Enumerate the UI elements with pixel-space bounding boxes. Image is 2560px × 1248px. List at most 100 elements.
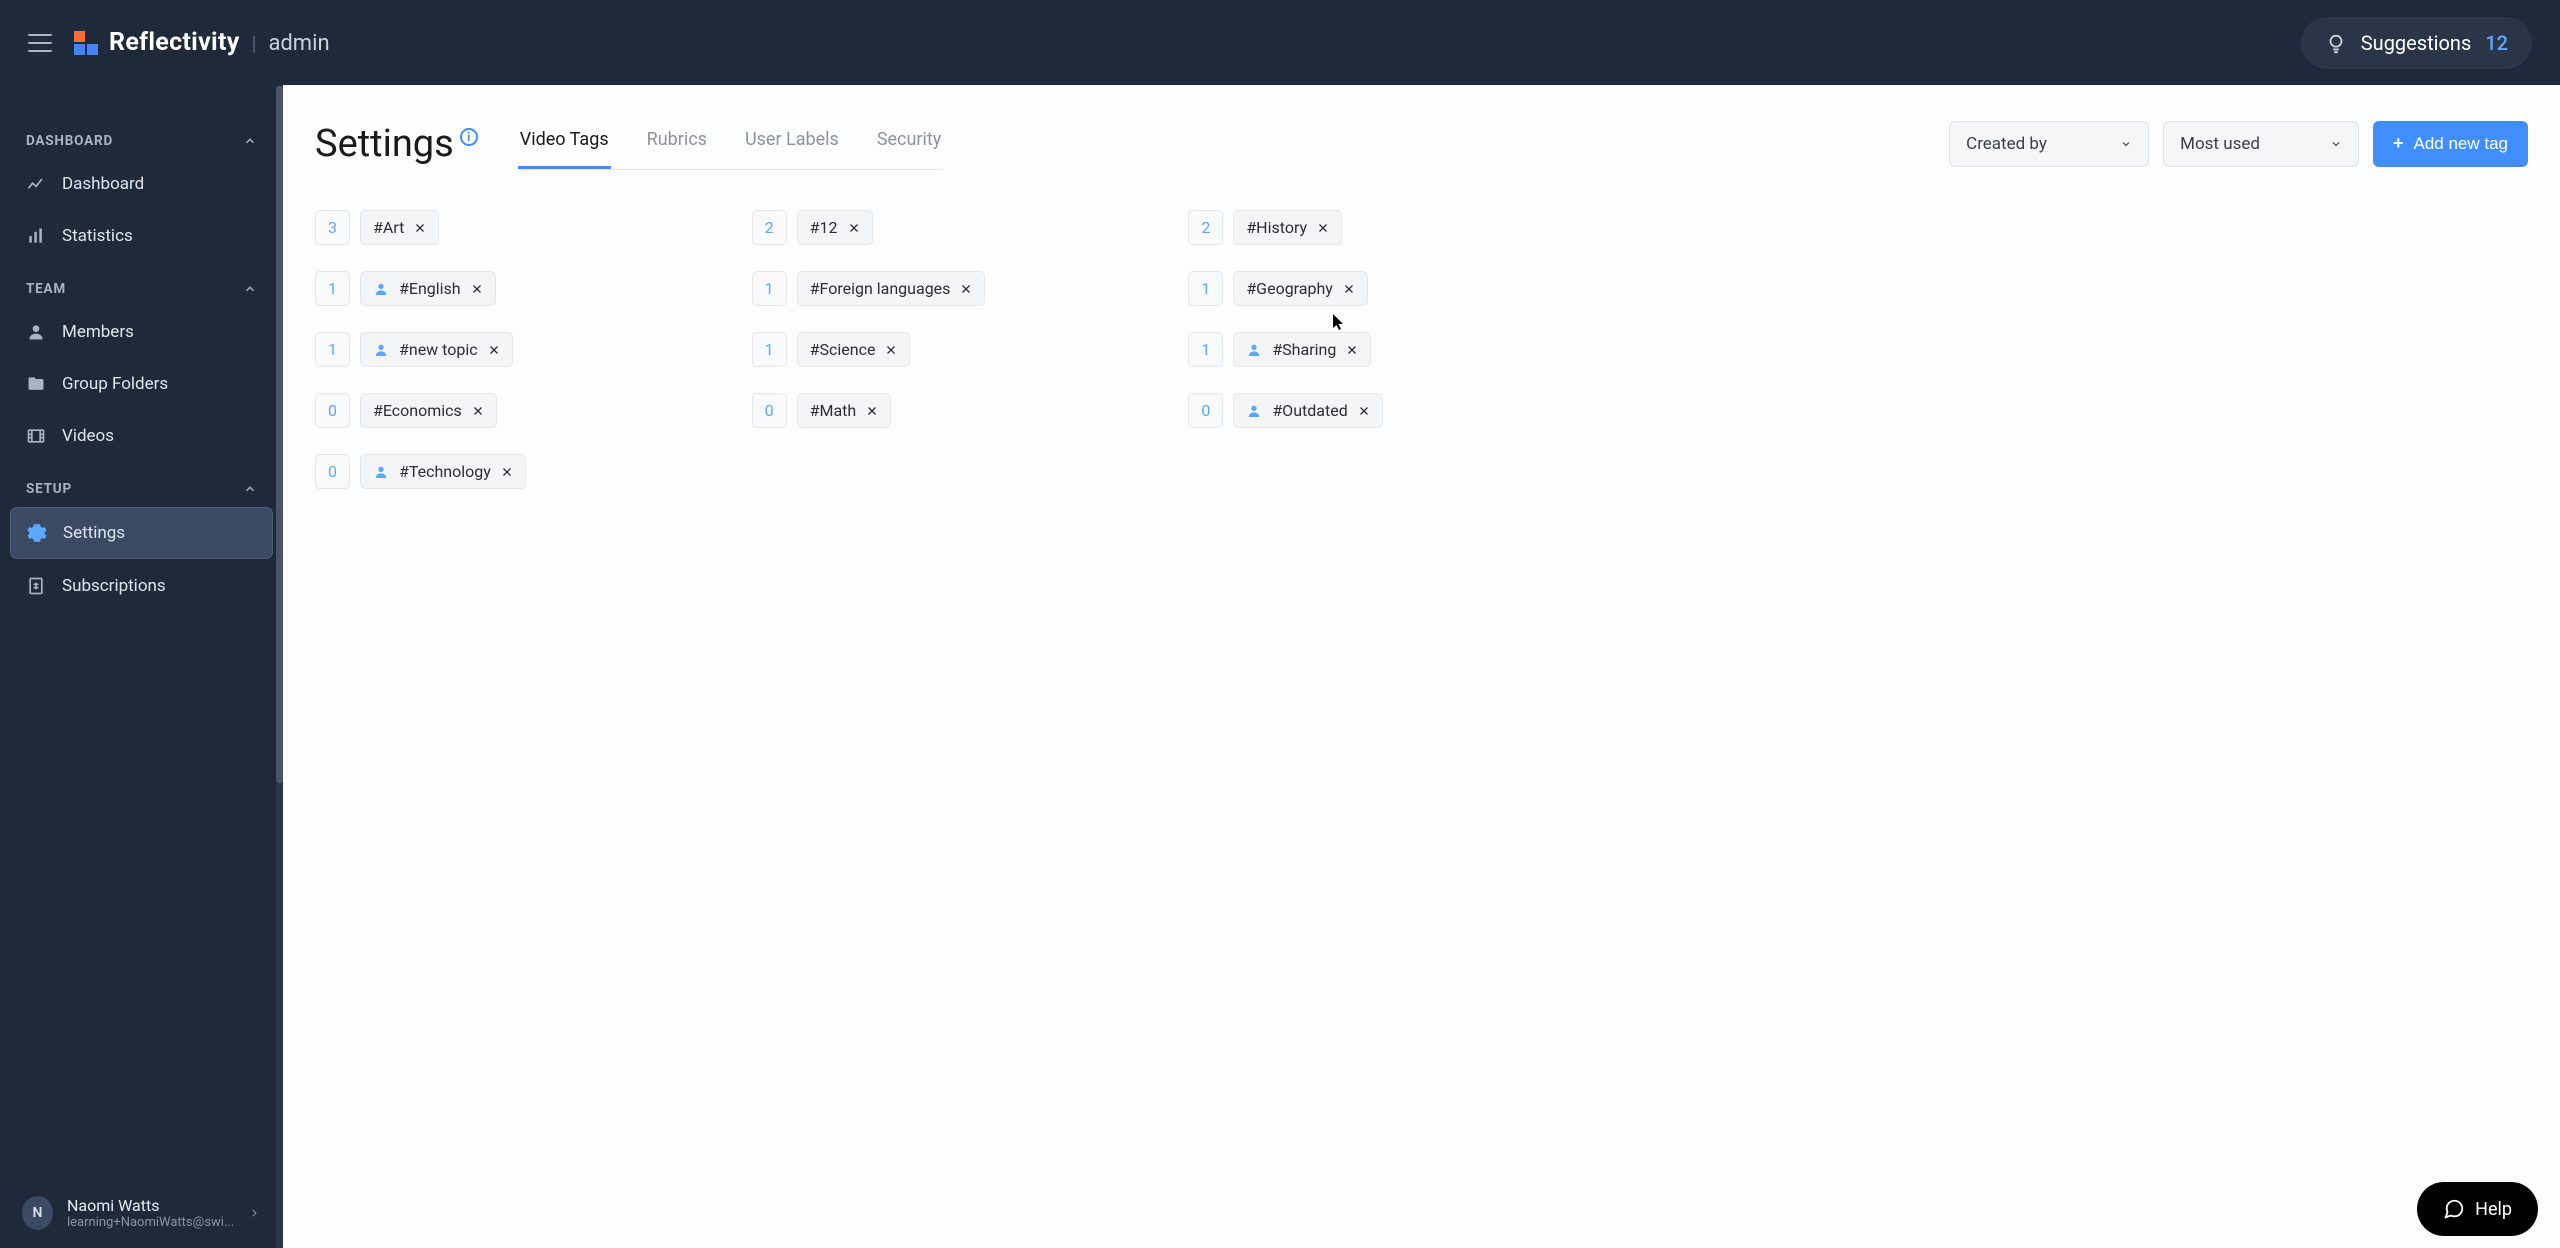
user-email: learning+NaomiWatts@swi... xyxy=(67,1215,234,1230)
user-name: Naomi Watts xyxy=(67,1196,234,1215)
tag-count: 1 xyxy=(752,332,787,367)
tag-pill[interactable]: #Geography xyxy=(1233,271,1368,306)
close-icon[interactable] xyxy=(472,405,484,417)
close-icon[interactable] xyxy=(1346,344,1358,356)
page-title-wrap: Settings i xyxy=(315,122,478,166)
tag-row: 1#Geography xyxy=(1188,271,1595,306)
hamburger-menu-icon[interactable] xyxy=(28,34,52,52)
filter-sort[interactable]: Most used xyxy=(2163,121,2359,167)
section-header-team[interactable]: TEAM xyxy=(10,263,273,307)
tag-count: 0 xyxy=(315,454,350,489)
chevron-up-icon xyxy=(243,134,257,148)
person-icon xyxy=(26,322,46,342)
brand-block[interactable]: Reflectivity | admin xyxy=(74,28,330,57)
section-header-dashboard[interactable]: DASHBOARD xyxy=(10,85,273,159)
brand-sub: admin xyxy=(268,31,329,56)
section-header-setup[interactable]: SETUP xyxy=(10,463,273,507)
page-title: Settings xyxy=(315,122,454,166)
close-icon[interactable] xyxy=(1317,222,1329,234)
close-icon[interactable] xyxy=(848,222,860,234)
sidebar-item-members[interactable]: Members xyxy=(10,307,273,357)
film-icon xyxy=(26,426,46,446)
close-icon[interactable] xyxy=(960,283,972,295)
chevron-up-icon xyxy=(243,482,257,496)
help-widget[interactable]: Help xyxy=(2417,1182,2538,1236)
sidebar-item-group-folders[interactable]: Group Folders xyxy=(10,359,273,409)
tag-count: 1 xyxy=(315,271,350,306)
tag-count: 3 xyxy=(315,210,350,245)
close-icon[interactable] xyxy=(885,344,897,356)
close-icon[interactable] xyxy=(1358,405,1370,417)
sidebar-item-dashboard[interactable]: Dashboard xyxy=(10,159,273,209)
close-icon[interactable] xyxy=(488,344,500,356)
tag-pill[interactable]: #Technology xyxy=(360,454,526,489)
tag-pill[interactable]: #Sharing xyxy=(1233,332,1371,367)
main-content: Settings i Video Tags Rubrics User Label… xyxy=(283,85,2560,1248)
sidebar-item-settings[interactable]: Settings xyxy=(10,507,273,559)
tag-label: #Sharing xyxy=(1272,340,1336,359)
tag-pill[interactable]: #Foreign languages xyxy=(797,271,986,306)
sidebar: DASHBOARD Dashboard Statistics TEAM Memb… xyxy=(0,85,283,1248)
info-icon[interactable]: i xyxy=(460,128,478,146)
tab-video-tags[interactable]: Video Tags xyxy=(518,117,611,169)
tag-pill[interactable]: #Math xyxy=(797,393,892,428)
tag-count: 1 xyxy=(1188,332,1223,367)
tag-row: 1 #English xyxy=(315,271,722,306)
add-new-tag-button[interactable]: + Add new tag xyxy=(2373,121,2528,167)
folder-icon xyxy=(26,374,46,394)
sidebar-item-statistics[interactable]: Statistics xyxy=(10,211,273,261)
tab-user-labels[interactable]: User Labels xyxy=(743,117,841,169)
tag-label: #Geography xyxy=(1246,279,1333,298)
tab-rubrics[interactable]: Rubrics xyxy=(645,117,709,169)
help-label: Help xyxy=(2475,1199,2512,1220)
select-label: Most used xyxy=(2180,134,2260,154)
close-icon[interactable] xyxy=(501,466,513,478)
user-info: Naomi Watts learning+NaomiWatts@swi... xyxy=(67,1196,234,1230)
tabs: Video Tags Rubrics User Labels Security xyxy=(518,117,944,170)
layout: DASHBOARD Dashboard Statistics TEAM Memb… xyxy=(0,85,2560,1248)
tag-pill[interactable]: #Science xyxy=(797,332,911,367)
top-bar: Reflectivity | admin Suggestions 12 xyxy=(0,0,2560,85)
brand-text: Reflectivity | admin xyxy=(109,28,330,57)
tag-label: #Math xyxy=(810,401,857,420)
tag-pill[interactable]: #English xyxy=(360,271,496,306)
suggestions-button[interactable]: Suggestions 12 xyxy=(2301,17,2532,69)
chart-line-icon xyxy=(26,174,46,194)
tag-pill[interactable]: #Art xyxy=(360,210,439,245)
receipt-icon xyxy=(26,576,46,596)
tab-security[interactable]: Security xyxy=(875,117,943,169)
sidebar-section-dashboard: DASHBOARD Dashboard Statistics xyxy=(0,85,283,263)
tag-pill[interactable]: #Economics xyxy=(360,393,497,428)
tag-label: #new topic xyxy=(399,340,478,359)
sidebar-section-setup: SETUP Settings Subscriptions xyxy=(0,463,283,613)
tag-row: 0#Economics xyxy=(315,393,722,428)
tag-pill[interactable]: #History xyxy=(1233,210,1342,245)
tag-row: 0#Outdated xyxy=(1188,393,1595,428)
brand-name: Reflectivity xyxy=(109,28,240,57)
person-icon xyxy=(373,281,389,297)
tag-label: #History xyxy=(1246,218,1307,237)
tag-row: 2#12 xyxy=(752,210,1159,245)
user-profile-footer[interactable]: N Naomi Watts learning+NaomiWatts@swi... xyxy=(0,1178,283,1248)
sidebar-scrollbar[interactable] xyxy=(276,85,283,1248)
filter-created-by[interactable]: Created by xyxy=(1949,121,2149,167)
tag-row: 1#new topic xyxy=(315,332,722,367)
select-label: Created by xyxy=(1966,134,2047,154)
close-icon[interactable] xyxy=(414,222,426,234)
sidebar-item-videos[interactable]: Videos xyxy=(10,411,273,461)
section-title: SETUP xyxy=(26,481,72,497)
tag-row: 3 #Art xyxy=(315,210,722,245)
tag-pill[interactable]: #12 xyxy=(797,210,873,245)
person-icon xyxy=(1246,342,1262,358)
nav-label: Statistics xyxy=(62,226,133,246)
tag-row: 1 #Science xyxy=(752,332,1159,367)
close-icon[interactable] xyxy=(1343,283,1355,295)
tag-label: #Outdated xyxy=(1272,401,1347,420)
logo-icon xyxy=(74,31,98,55)
tag-row: 1 #Sharing xyxy=(1188,332,1595,367)
tag-pill[interactable]: #new topic xyxy=(360,332,513,367)
sidebar-item-subscriptions[interactable]: Subscriptions xyxy=(10,561,273,611)
close-icon[interactable] xyxy=(471,283,483,295)
tag-pill[interactable]: #Outdated xyxy=(1233,393,1382,428)
close-icon[interactable] xyxy=(866,405,878,417)
